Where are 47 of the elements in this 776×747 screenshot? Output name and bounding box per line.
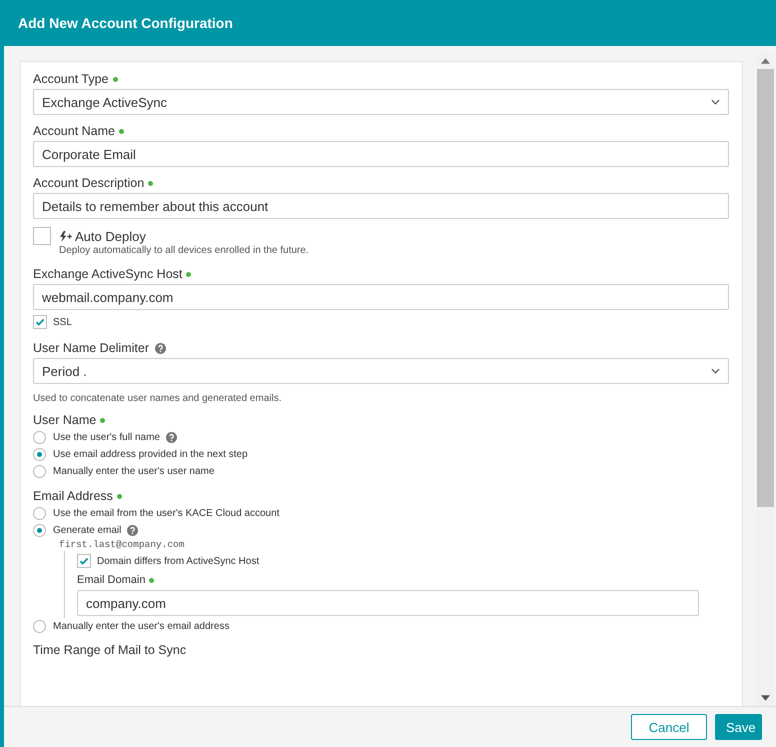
field-label: Account Type [33,72,109,86]
input-field[interactable]: Details to remember about this account [33,193,729,219]
lightning-plus-icon [59,230,72,242]
input-field[interactable]: webmail.company.com [33,284,729,310]
scroll-down-icon [761,695,770,701]
radio-label: Generate email [53,525,122,536]
input-field[interactable]: Corporate Email [33,141,729,167]
chevron-down-icon [711,368,720,374]
field-label: Exchange ActiveSync Host [33,267,182,281]
helper-text: Deploy automatically to all devices enrolled in the future. [59,245,309,256]
radio-button[interactable] [33,431,46,444]
radio-button[interactable] [33,465,46,478]
field-label: User Name [33,413,96,427]
radio-label: Use the user's full name [53,432,160,443]
checkbox[interactable] [33,227,51,245]
checkbox[interactable] [33,315,47,329]
chevron-down-icon [711,99,720,105]
radio-button[interactable] [33,507,46,520]
save-button[interactable]: Save [715,714,762,740]
field-label: User Name Delimiter [33,341,149,355]
checkbox[interactable] [77,554,91,568]
helper-text: Used to concatenate user names and generated emails. [33,393,282,404]
checkbox-label: Domain differs from ActiveSync Host [97,556,260,566]
dialog-title: Add New Account Configuration [18,15,233,31]
checkbox-label: SSL [53,316,72,328]
radio-label: Manually enter the user's email address [53,621,230,632]
field-label: Account Name [33,124,115,138]
radio-button[interactable] [33,620,46,633]
section-heading: Time Range of Mail to Sync [33,643,188,657]
input-field[interactable]: company.com [77,590,699,616]
field-label: Email Address [33,489,113,503]
scrollbar-thumb[interactable] [757,69,774,507]
dropdown[interactable]: Period . [33,358,729,384]
checkmark-icon [79,556,89,566]
field-label: Account Description [33,176,144,190]
radio-label: Use email address provided in the next step [53,449,248,460]
checkmark-icon [35,317,45,327]
radio-button[interactable] [33,524,46,537]
radio-label: Use the email from the user's KACE Cloud account [53,508,280,519]
cancel-button[interactable]: Cancel [631,714,707,740]
scroll-up-icon [761,58,770,64]
field-label: Email Domain [77,574,146,586]
dropdown[interactable]: Exchange ActiveSync [33,89,729,115]
radio-label: Manually enter the user's user name [53,466,214,477]
example-text: first.last@company.com [59,539,186,550]
checkbox-label: Auto Deploy [75,228,146,244]
radio-button[interactable] [33,448,46,461]
